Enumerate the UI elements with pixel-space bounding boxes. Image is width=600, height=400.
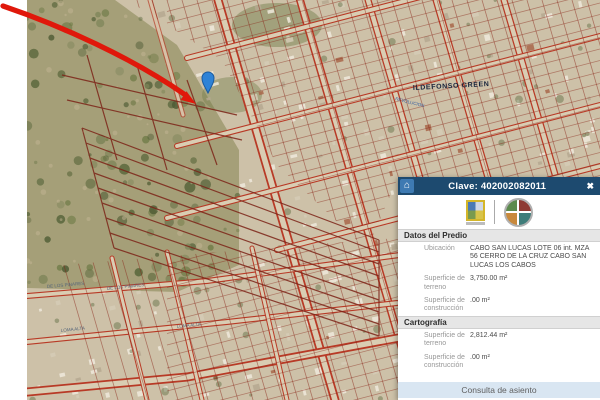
field-value: .00 m²	[470, 297, 594, 314]
close-icon[interactable]: ✖	[580, 181, 600, 192]
panel-header: ⌂ Clave: 402002082011 ✖	[398, 177, 600, 195]
municipal-seal-logo	[504, 198, 533, 227]
logos-row	[398, 195, 600, 229]
field-superficie-construccion: Superficie de construcción .00 m²	[398, 294, 600, 316]
field-carto-terreno: Superficie de terreno 2,812.44 m²	[398, 329, 600, 351]
logo-divider	[494, 200, 495, 224]
consulta-asiento-button[interactable]: Consulta de asiento	[398, 382, 600, 398]
info-panel: ⌂ Clave: 402002082011 ✖ Datos del Predio…	[398, 177, 600, 400]
emblem-icon	[466, 200, 485, 221]
field-superficie-terreno: Superficie de terreno 3,750.00 m²	[398, 272, 600, 294]
field-label: Superficie de terreno	[424, 332, 470, 349]
field-label: Ubicación	[424, 245, 470, 270]
field-label: Superficie de construcción	[424, 297, 470, 314]
field-value: 3,750.00 m²	[470, 275, 594, 292]
field-ubicacion: Ubicación CABO SAN LUCAS LOTE 06 int. MZ…	[398, 242, 600, 272]
section-datos-header: Datos del Predio	[398, 229, 600, 242]
municipal-emblem-logo	[466, 200, 485, 225]
field-value: .00 m²	[470, 354, 594, 371]
section-cartografia-header: Cartografía	[398, 316, 600, 329]
field-label: Superficie de construcción	[424, 354, 470, 371]
field-value: 2,812.44 m²	[470, 332, 594, 349]
field-carto-construccion: Superficie de construcción .00 m²	[398, 351, 600, 373]
panel-title: Clave: 402002082011	[414, 181, 580, 192]
field-value: CABO SAN LUCAS LOTE 06 int. MZA 56 CERRO…	[470, 245, 594, 270]
home-icon[interactable]: ⌂	[400, 179, 414, 193]
field-label: Superficie de terreno	[424, 275, 470, 292]
emblem-caption	[466, 222, 485, 225]
app-window: ILDEFONSO GREEN DE LOS PINARES DE LOS PI…	[0, 0, 600, 400]
